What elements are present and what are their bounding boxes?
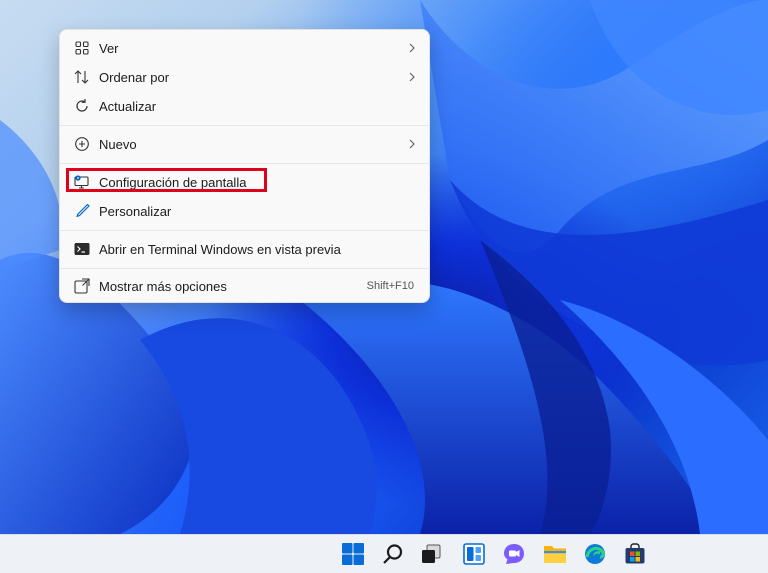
- menu-divider: [60, 163, 429, 164]
- chevron-right-icon: [408, 41, 416, 56]
- menu-item-ver[interactable]: Ver: [65, 33, 424, 63]
- shortcut-label: Shift+F10: [366, 280, 414, 292]
- store-icon[interactable]: [623, 542, 647, 566]
- chevron-right-icon: [408, 137, 416, 152]
- widgets-icon[interactable]: [462, 542, 486, 566]
- menu-divider: [60, 268, 429, 269]
- plus-circle-icon: [73, 135, 91, 153]
- grid-icon: [73, 39, 91, 57]
- file-explorer-icon[interactable]: [543, 542, 567, 566]
- menu-item-label: Ordenar por: [99, 69, 170, 85]
- menu-item-label: Personalizar: [99, 203, 172, 219]
- sort-icon: [73, 68, 91, 86]
- chevron-right-icon: [408, 70, 416, 85]
- menu-item-label: Nuevo: [99, 136, 137, 152]
- menu-item-label: Actualizar: [99, 98, 157, 114]
- menu-divider: [60, 230, 429, 231]
- terminal-icon: [73, 240, 91, 258]
- menu-item-label: Ver: [99, 40, 119, 56]
- taskbar: [0, 534, 768, 573]
- desktop-context-menu: Ver Ordenar por Actualizar Nuevo Configu…: [59, 29, 430, 303]
- menu-item-personalizar[interactable]: Personalizar: [65, 196, 424, 226]
- highlight-box: [66, 168, 267, 192]
- start-icon[interactable]: [341, 542, 365, 566]
- edge-icon[interactable]: [583, 542, 607, 566]
- menu-item-ordenar-por[interactable]: Ordenar por: [65, 62, 424, 92]
- chat-icon[interactable]: [502, 542, 526, 566]
- task-view-icon[interactable]: [419, 542, 443, 566]
- refresh-icon: [73, 97, 91, 115]
- menu-item-actualizar[interactable]: Actualizar: [65, 91, 424, 121]
- search-icon[interactable]: [381, 542, 405, 566]
- brush-icon: [73, 202, 91, 220]
- menu-item-abrir-terminal[interactable]: Abrir en Terminal Windows en vista previ…: [65, 234, 424, 264]
- menu-item-nuevo[interactable]: Nuevo: [65, 129, 424, 159]
- menu-divider: [60, 125, 429, 126]
- expand-icon: [73, 277, 91, 295]
- menu-item-label: Mostrar más opciones: [99, 278, 227, 294]
- menu-item-label: Abrir en Terminal Windows en vista previ…: [99, 241, 341, 257]
- menu-item-mostrar-mas-opciones[interactable]: Mostrar más opciones Shift+F10: [65, 271, 424, 301]
